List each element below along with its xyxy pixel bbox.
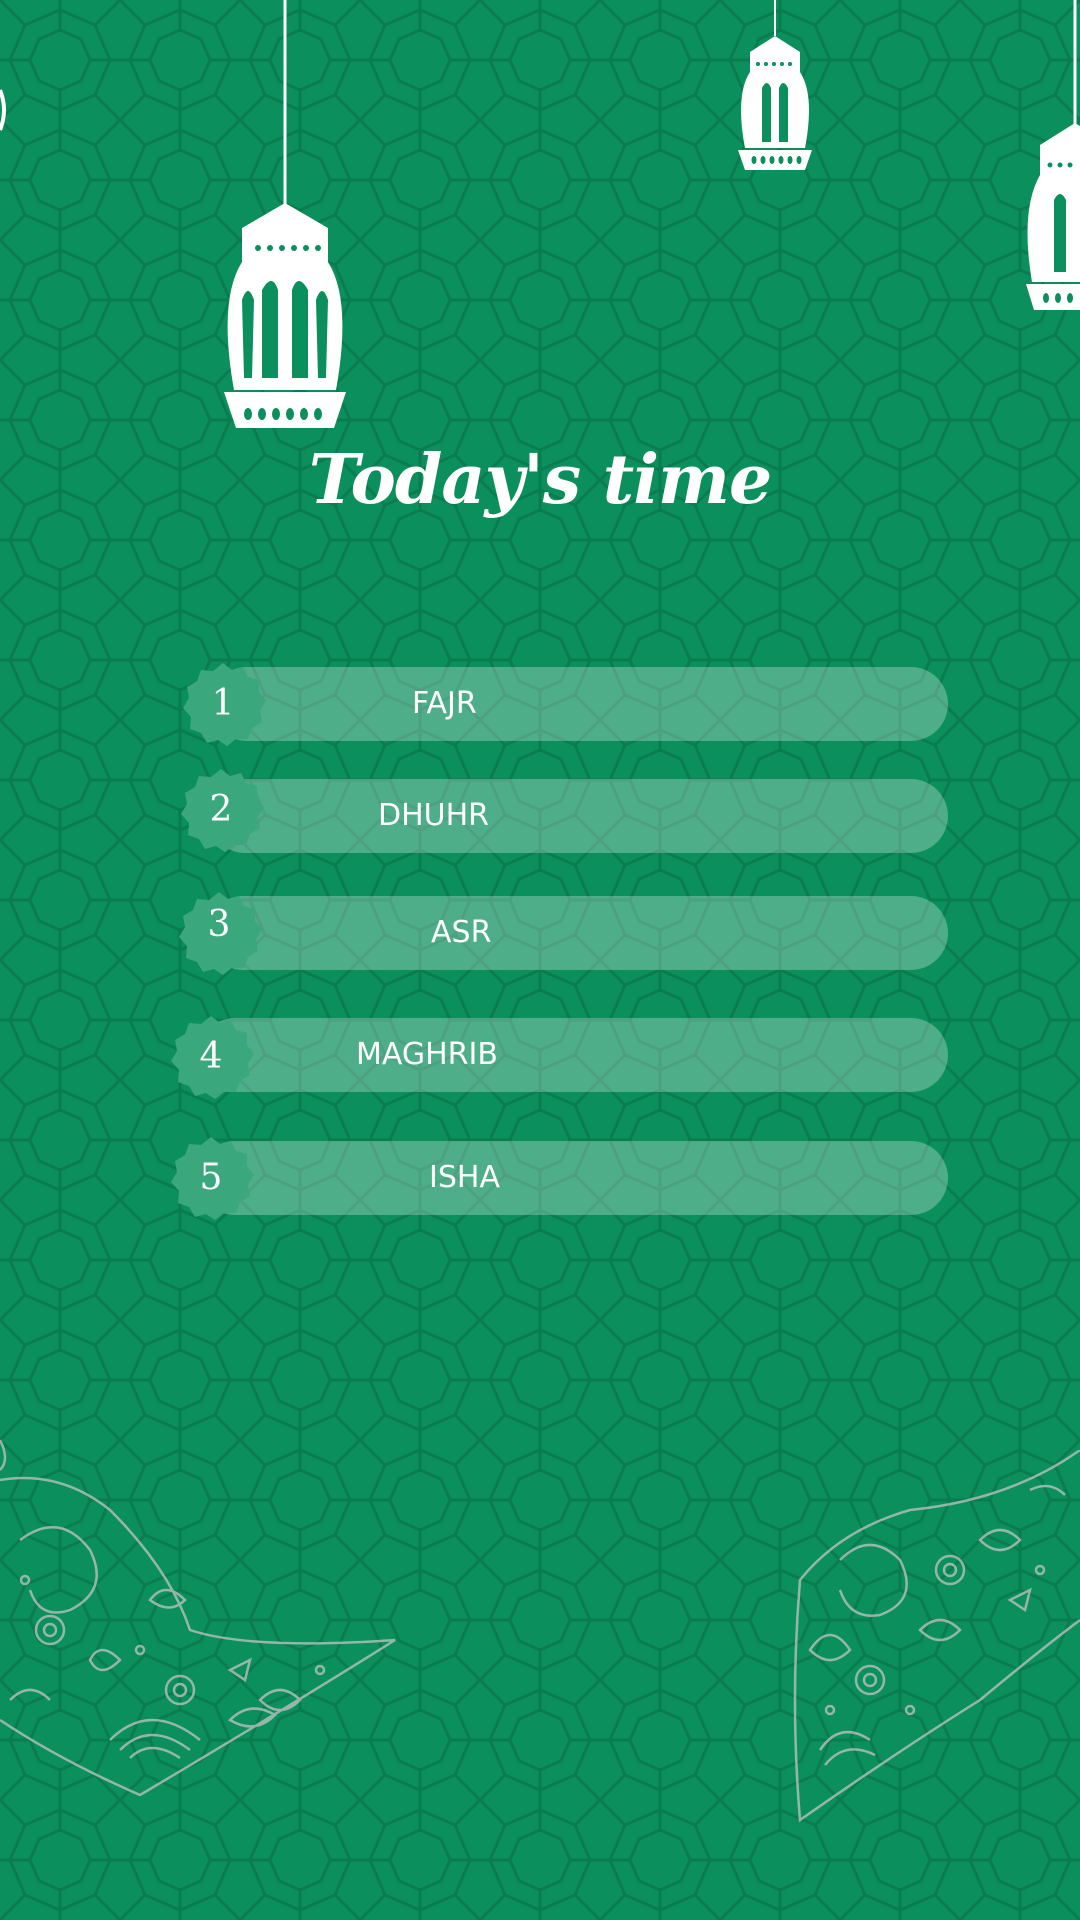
scalloped-badge-icon: 3 (176, 890, 262, 976)
prayer-row-isha[interactable]: ISHA 5 (168, 1137, 948, 1220)
prayer-number: 5 (199, 1157, 223, 1198)
prayer-name: FAJR (412, 686, 477, 721)
prayer-row-dhuhr[interactable]: DHUHR 2 (178, 769, 948, 853)
prayer-number: 4 (199, 1036, 223, 1077)
scalloped-badge-icon: 5 (168, 1135, 254, 1221)
prayer-name: ISHA (429, 1160, 500, 1195)
prayer-number: 1 (211, 683, 235, 724)
prayer-name: MAGHRIB (356, 1037, 498, 1072)
prayer-row-fajr[interactable]: FAJR 1 (180, 663, 948, 746)
prayer-row-maghrib[interactable]: MAGHRIB 4 (168, 1016, 948, 1099)
prayer-name: DHUHR (378, 798, 490, 833)
scalloped-badge-icon: 1 (180, 661, 266, 747)
prayer-row-asr[interactable]: ASR 3 (176, 892, 948, 975)
prayer-bar (210, 667, 948, 741)
prayer-number: 3 (207, 904, 231, 945)
prayer-bar (198, 1141, 948, 1215)
prayer-name: ASR (431, 915, 492, 950)
prayer-list: FAJR 1 DHUHR 2 ASR 3 MAGHRIB 4 ISHA 5 (0, 0, 1080, 1920)
prayer-bar (208, 779, 948, 853)
prayer-bar (206, 896, 948, 970)
prayer-bar (198, 1018, 948, 1092)
scalloped-badge-icon: 4 (168, 1014, 254, 1100)
prayer-number: 2 (209, 789, 233, 830)
scalloped-badge-icon: 2 (178, 767, 264, 853)
